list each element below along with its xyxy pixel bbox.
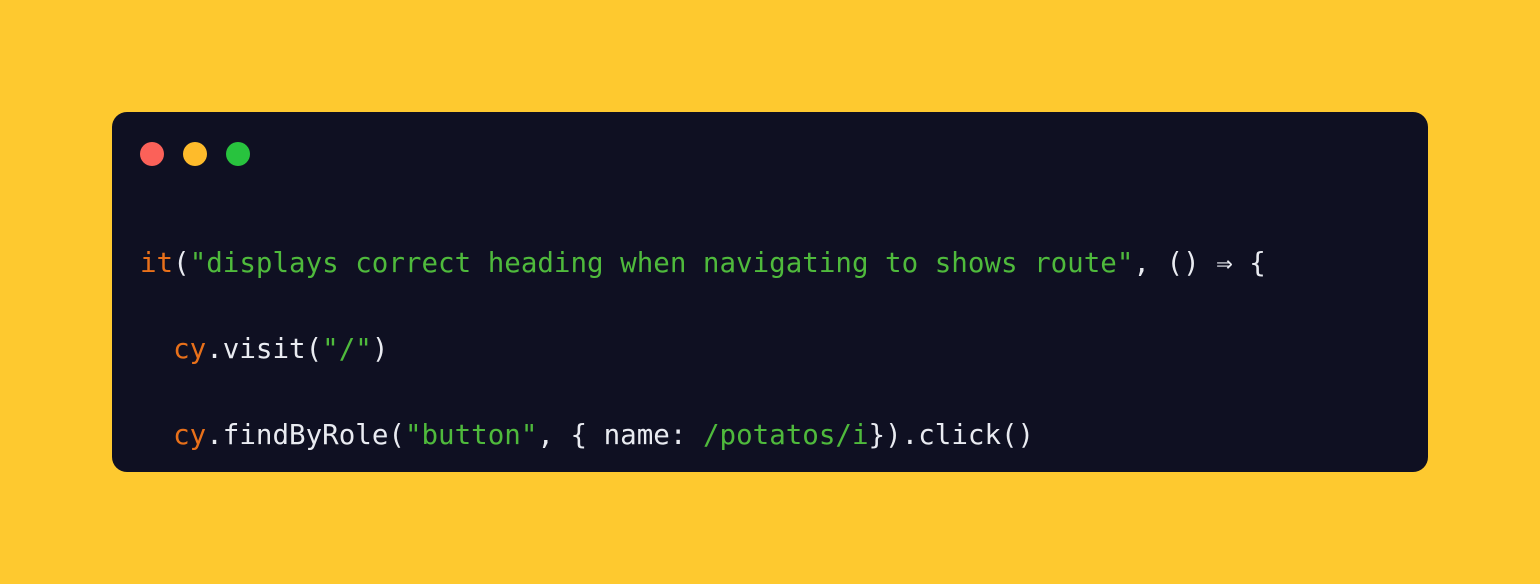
code-token-ident: it <box>140 246 174 279</box>
code-token-string: "button" <box>404 418 538 451</box>
code-line: it("displays correct heading when naviga… <box>140 242 1418 285</box>
code-token-string: "displays correct heading when navigatin… <box>189 246 1134 279</box>
code-token-plain: , () ⇒ { <box>1133 246 1266 279</box>
code-token-string: "/" <box>322 332 372 365</box>
code-token-plain: .visit( <box>206 332 323 365</box>
close-window-dot-icon[interactable] <box>140 142 164 166</box>
code-token-plain: .findByRole( <box>206 418 405 451</box>
code-line: cy.visit("/") <box>140 328 1418 371</box>
code-content: it("displays correct heading when naviga… <box>140 242 1418 473</box>
code-token-regex: /potatos/i <box>702 418 869 451</box>
window-titlebar <box>140 142 250 166</box>
page-canvas: it("displays correct heading when naviga… <box>0 0 1540 584</box>
code-token-punc: ( <box>173 246 190 279</box>
code-token-ident: cy <box>173 418 207 451</box>
code-snippet-card: it("displays correct heading when naviga… <box>112 112 1428 472</box>
code-token-plain: }).click() <box>868 418 1035 451</box>
code-token-plain: , { name: <box>537 418 703 451</box>
code-line: cy.findByRole("button", { name: /potatos… <box>140 414 1418 457</box>
code-token-ident: cy <box>173 332 207 365</box>
code-block: it("displays correct heading when naviga… <box>140 242 1418 473</box>
minimize-window-dot-icon[interactable] <box>183 142 207 166</box>
code-token-plain: ) <box>371 332 389 365</box>
maximize-window-dot-icon[interactable] <box>226 142 250 166</box>
